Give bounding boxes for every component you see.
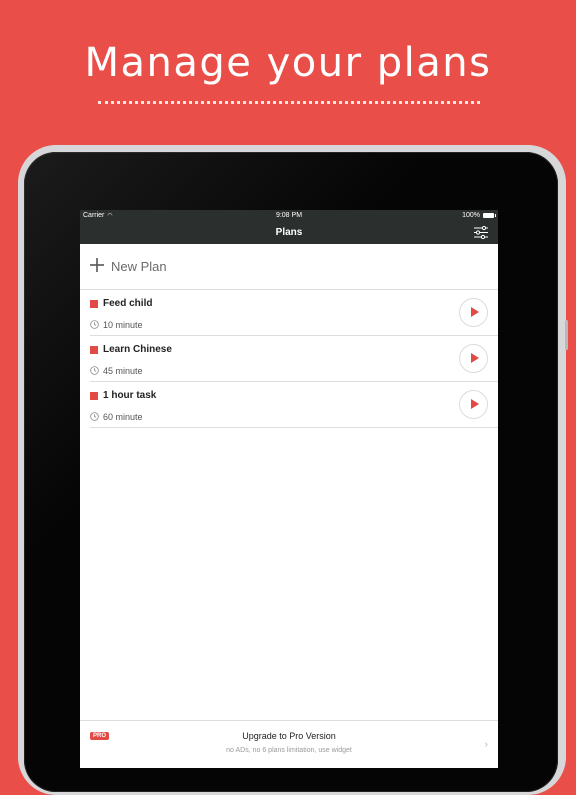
page-title: Plans [275, 227, 303, 238]
play-button[interactable] [459, 344, 488, 373]
upgrade-title: Upgrade to Pro Version [242, 731, 336, 741]
settings-button[interactable] [474, 225, 488, 240]
tablet-side-button [565, 320, 568, 350]
battery-percent: 100% [462, 212, 480, 219]
dotted-divider [98, 101, 480, 104]
new-plan-button[interactable]: New Plan [80, 244, 498, 290]
plan-name: 1 hour task [103, 390, 157, 401]
battery-icon [483, 213, 496, 218]
plan-color-marker [90, 346, 98, 354]
plan-name: Feed child [103, 298, 153, 309]
plan-row[interactable]: 1 hour task 60 minute [90, 382, 498, 428]
headline: Manage your plans [84, 40, 492, 86]
plus-icon [90, 258, 104, 272]
app-screen: Carrier ◠ 9:08 PM 100% Plans New Plan Fee… [80, 210, 498, 768]
plan-duration: 10 minute [103, 320, 143, 330]
plan-name: Learn Chinese [103, 344, 172, 355]
chevron-right-icon: › [484, 739, 488, 750]
play-button[interactable] [459, 298, 488, 327]
plan-color-marker [90, 300, 98, 308]
status-time: 9:08 PM [275, 212, 303, 219]
plan-row[interactable]: Learn Chinese 45 minute [90, 336, 498, 382]
upgrade-subtitle: no ADs, no 6 plans limitation, use widge… [226, 747, 352, 754]
sliders-icon [474, 225, 488, 240]
status-bar: Carrier ◠ 9:08 PM 100% [80, 210, 498, 222]
plan-row[interactable]: Feed child 10 minute [90, 290, 498, 336]
clock-icon [90, 320, 99, 329]
upgrade-banner[interactable]: PRO Upgrade to Pro Version no ADs, no 6 … [80, 720, 498, 768]
clock-icon [90, 412, 99, 421]
plan-duration: 45 minute [103, 366, 143, 376]
plan-duration: 60 minute [103, 412, 143, 422]
clock-icon [90, 366, 99, 375]
new-plan-label: New Plan [111, 259, 167, 274]
play-button[interactable] [459, 390, 488, 419]
nav-bar: Plans [80, 222, 498, 244]
plan-color-marker [90, 392, 98, 400]
